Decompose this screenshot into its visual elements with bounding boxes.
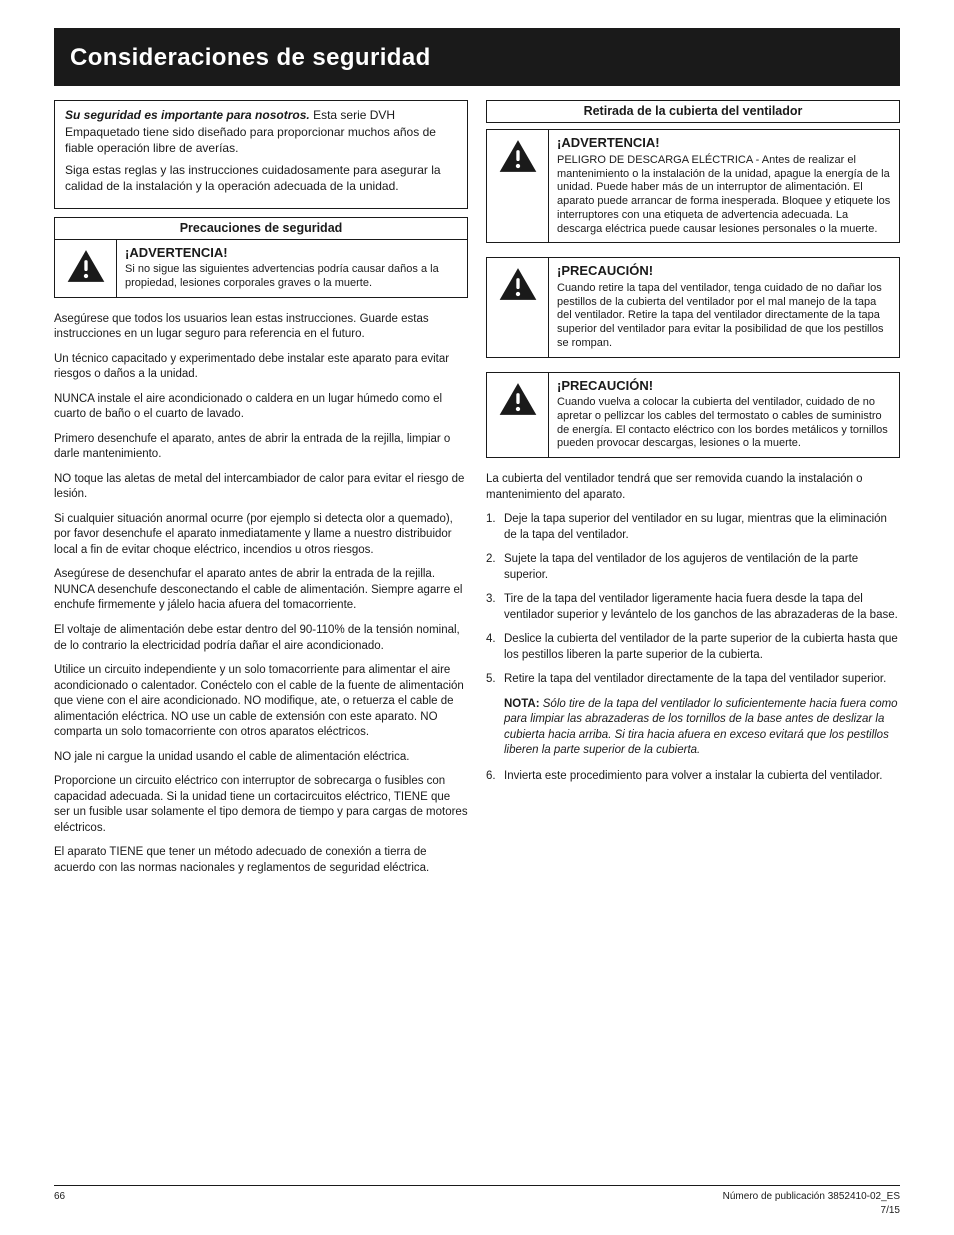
step-num: 4. (486, 632, 496, 648)
warning-title: ¡ADVERTENCIA! (125, 244, 459, 262)
caution-box-r3: ¡PRECAUCIÓN! Cuando vuelva a colocar la … (486, 372, 900, 459)
step-num: 3. (486, 592, 496, 608)
warning-icon-cell (55, 240, 117, 297)
step-text: Deslice la cubierta del ventilador de la… (504, 633, 898, 661)
warning-text-cell: ¡PRECAUCIÓN! Cuando retire la tapa del v… (549, 258, 899, 356)
step-3: 3. Tire de la tapa del ventilador ligera… (486, 592, 900, 623)
footer-page-number: 66 (54, 1190, 65, 1217)
warning-text-cell: ¡ADVERTENCIA! PELIGRO DE DESCARGA ELÉCTR… (549, 130, 899, 242)
step-text: Invierta este procedimiento para volver … (504, 770, 882, 782)
step-4: 4. Deslice la cubierta del ventilador de… (486, 632, 900, 663)
warning-text-cell: ¡PRECAUCIÓN! Cuando vuelva a colocar la … (549, 373, 899, 458)
footer-pub-num: 3852410-02_ES (828, 1191, 900, 1202)
step-1: 1. Deje la tapa superior del ventilador … (486, 512, 900, 543)
caution-body: Cuando vuelva a colocar la cubierta del … (557, 396, 891, 451)
caution-body: Cuando retire la tapa del ventilador, te… (557, 282, 891, 351)
intro-box: Su seguridad es importante para nosotros… (54, 100, 468, 209)
warning-icon-cell (487, 258, 549, 356)
footer-date: 7/15 (881, 1205, 900, 1216)
intro-paragraph-2: Siga estas reglas y las instrucciones cu… (65, 162, 457, 194)
warning-box-r1: ¡ADVERTENCIA! PELIGRO DE DESCARGA ELÉCTR… (486, 129, 900, 243)
left-p2: Un técnico capacitado y experimentado de… (54, 352, 468, 383)
left-body-text: Asegúrese que todos los usuarios lean es… (54, 312, 468, 876)
section-title-left: Precauciones de seguridad (54, 217, 468, 240)
header-bar: Consideraciones de seguridad (54, 28, 900, 86)
left-p3: NUNCA instale el aire acondicionado o ca… (54, 392, 468, 423)
caution-title: ¡PRECAUCIÓN! (557, 377, 891, 395)
warning-text-cell: ¡ADVERTENCIA! Si no sigue las siguientes… (117, 240, 467, 297)
note: NOTA: Sólo tire de la tapa del ventilado… (486, 697, 900, 759)
step-6: 6. Invierta este procedimiento para volv… (486, 769, 900, 785)
alert-triangle-icon (66, 248, 106, 284)
left-p6: Si cualquier situación anormal ocurre (p… (54, 512, 468, 559)
page-footer: 66 Número de publicación 3852410-02_ES 7… (54, 1185, 900, 1217)
left-p7: Asegúrese de desenchufar el aparato ante… (54, 567, 468, 614)
right-column: Retirada de la cubierta del ventilador ¡… (486, 100, 900, 885)
step-text: Deje la tapa superior del ventilador en … (504, 513, 887, 541)
section-title-right: Retirada de la cubierta del ventilador (486, 100, 900, 123)
alert-triangle-icon (498, 266, 538, 302)
content-columns: Su seguridad es importante para nosotros… (54, 100, 900, 885)
warning-body: Si no sigue las siguientes advertencias … (125, 263, 459, 291)
left-p5: NO toque las aletas de metal del interca… (54, 472, 468, 503)
step-text: Tire de la tapa del ventilador ligeramen… (504, 593, 898, 621)
warning-box-left: ¡ADVERTENCIA! Si no sigue las siguientes… (54, 239, 468, 298)
caution-title: ¡PRECAUCIÓN! (557, 262, 891, 280)
warning-title: ¡ADVERTENCIA! (557, 134, 891, 152)
intro-emphasis: Su seguridad es importante para nosotros… (65, 108, 310, 122)
step-text: Sujete la tapa del ventilador de los agu… (504, 553, 858, 581)
footer-right: Número de publicación 3852410-02_ES 7/15 (723, 1190, 900, 1217)
left-p12: El aparato TIENE que tener un método ade… (54, 845, 468, 876)
intro-paragraph-1: Su seguridad es importante para nosotros… (65, 107, 457, 156)
step-num: 1. (486, 512, 496, 528)
warning-icon-cell (487, 373, 549, 458)
left-p9: Utilice un circuito independiente y un s… (54, 663, 468, 741)
right-intro: La cubierta del ventilador tendrá que se… (486, 472, 900, 503)
step-2: 2. Sujete la tapa del ventilador de los … (486, 552, 900, 583)
note-label: NOTA: (504, 698, 540, 710)
warning-body: PELIGRO DE DESCARGA ELÉCTRICA - Antes de… (557, 154, 891, 237)
step-text: Retire la tapa del ventilador directamen… (504, 673, 886, 685)
left-p4: Primero desenchufe el aparato, antes de … (54, 432, 468, 463)
warning-icon-cell (487, 130, 549, 242)
alert-triangle-icon (498, 138, 538, 174)
left-p10: NO jale ni cargue la unidad usando el ca… (54, 750, 468, 766)
left-column: Su seguridad es importante para nosotros… (54, 100, 468, 885)
step-5: 5. Retire la tapa del ventilador directa… (486, 672, 900, 688)
note-text: Sólo tire de la tapa del ventilador lo s… (504, 698, 898, 757)
left-p11: Proporcione un circuito eléctrico con in… (54, 774, 468, 836)
footer-pub-label: Número de publicación (723, 1191, 825, 1202)
step-num: 2. (486, 552, 496, 568)
alert-triangle-icon (498, 381, 538, 417)
right-body-text: La cubierta del ventilador tendrá que se… (486, 472, 900, 784)
page-title: Consideraciones de seguridad (70, 42, 884, 74)
caution-box-r2: ¡PRECAUCIÓN! Cuando retire la tapa del v… (486, 257, 900, 357)
step-num: 5. (486, 672, 496, 688)
step-num: 6. (486, 769, 496, 785)
left-p1: Asegúrese que todos los usuarios lean es… (54, 312, 468, 343)
left-p8: El voltaje de alimentación debe estar de… (54, 623, 468, 654)
page: Consideraciones de seguridad Su segurida… (0, 0, 954, 1235)
